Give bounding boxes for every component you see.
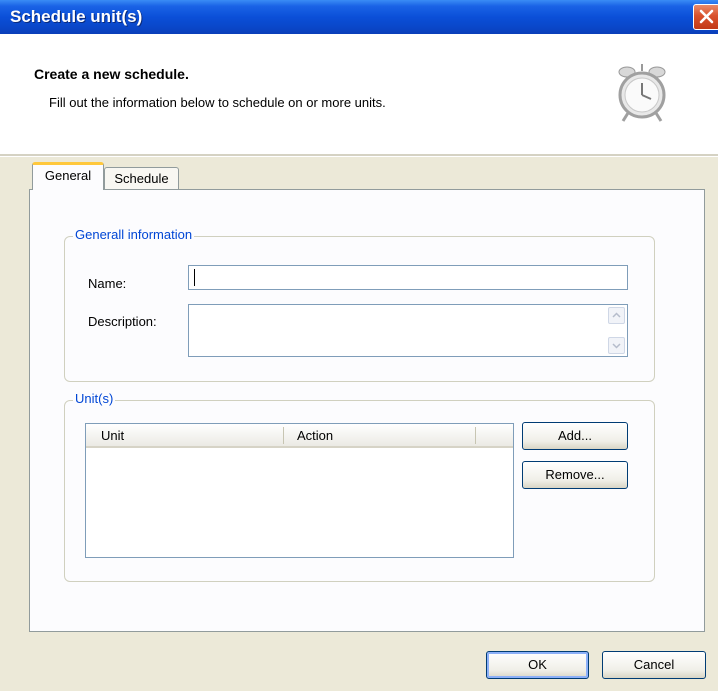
tab-schedule-label: Schedule bbox=[114, 171, 169, 186]
general-tab-panel: Generall information Name: Description: bbox=[29, 189, 705, 632]
name-input[interactable] bbox=[188, 265, 628, 290]
description-scroll-up-button[interactable] bbox=[608, 307, 625, 324]
description-textarea[interactable] bbox=[188, 304, 628, 357]
column-separator bbox=[283, 427, 284, 444]
window-title: Schedule unit(s) bbox=[10, 7, 143, 26]
header-subtitle: Fill out the information below to schedu… bbox=[49, 95, 386, 110]
title-bar[interactable]: Schedule unit(s) bbox=[0, 0, 718, 34]
general-information-legend: Generall information bbox=[73, 227, 195, 242]
general-information-group: Generall information Name: Description: bbox=[64, 227, 655, 382]
units-list-header: Unit Action bbox=[86, 424, 513, 448]
cancel-button[interactable]: Cancel bbox=[602, 651, 706, 679]
remove-unit-button[interactable]: Remove... bbox=[522, 461, 628, 489]
ok-button[interactable]: OK bbox=[486, 651, 589, 679]
alarm-clock-icon bbox=[618, 64, 666, 122]
column-separator bbox=[475, 427, 476, 444]
text-caret bbox=[194, 269, 195, 286]
units-legend: Unit(s) bbox=[73, 391, 116, 406]
description-scroll-down-button[interactable] bbox=[608, 337, 625, 354]
close-button[interactable] bbox=[693, 4, 718, 30]
units-group: Unit(s) Unit Action Add... Remove... bbox=[64, 391, 655, 582]
add-unit-button[interactable]: Add... bbox=[522, 422, 628, 450]
dialog-window: Schedule unit(s) Create a new schedule. … bbox=[0, 0, 718, 691]
chevron-up-icon bbox=[612, 312, 621, 318]
units-list[interactable]: Unit Action bbox=[85, 423, 514, 558]
header-divider bbox=[0, 154, 718, 157]
name-label: Name: bbox=[88, 276, 127, 291]
description-label: Description: bbox=[88, 314, 157, 329]
wizard-header: Create a new schedule. Fill out the info… bbox=[0, 34, 718, 154]
tab-general-label: General bbox=[44, 168, 92, 183]
column-header-action[interactable]: Action bbox=[297, 428, 333, 443]
header-title: Create a new schedule. bbox=[34, 66, 189, 82]
tab-schedule[interactable]: Schedule bbox=[104, 167, 179, 190]
chevron-down-icon bbox=[612, 343, 621, 349]
close-icon bbox=[699, 9, 714, 24]
column-header-unit[interactable]: Unit bbox=[101, 428, 124, 443]
tab-general[interactable]: General bbox=[32, 162, 104, 190]
